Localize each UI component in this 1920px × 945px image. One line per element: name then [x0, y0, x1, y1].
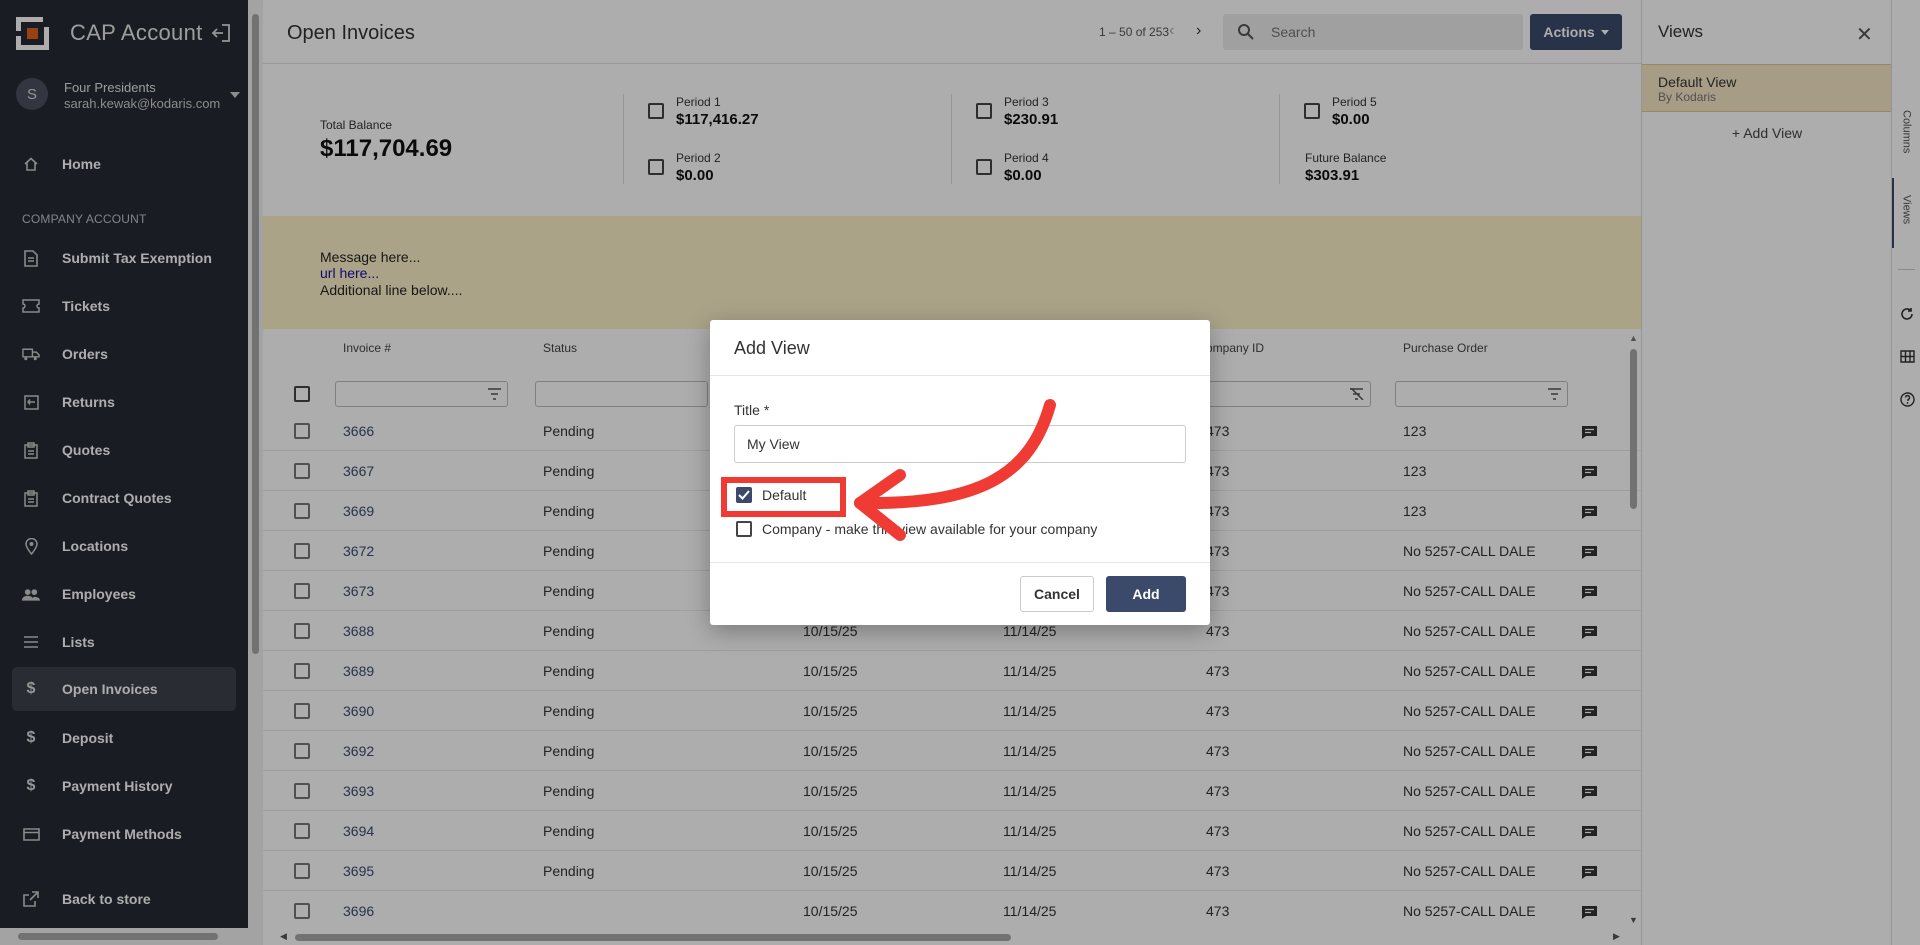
- default-checkbox-row[interactable]: Default: [736, 487, 806, 503]
- title-field-label: Title *: [734, 402, 770, 418]
- company-checkbox-label: Company - make this view available for y…: [762, 521, 1098, 537]
- cancel-button[interactable]: Cancel: [1020, 576, 1094, 612]
- divider: [710, 562, 1210, 563]
- default-checkbox-label: Default: [762, 487, 807, 503]
- divider: [710, 375, 1210, 376]
- default-checkbox[interactable]: [736, 487, 752, 503]
- add-button[interactable]: Add: [1106, 576, 1186, 612]
- title-input[interactable]: [734, 425, 1186, 463]
- add-view-dialog: Add View Title * Default Company - make …: [710, 320, 1210, 625]
- app-root: CAP Account S Four Presidents sarah.kewa…: [0, 0, 1920, 945]
- company-checkbox-row[interactable]: Company - make this view available for y…: [736, 521, 1097, 537]
- dialog-title: Add View: [734, 338, 810, 358]
- company-checkbox[interactable]: [736, 521, 752, 537]
